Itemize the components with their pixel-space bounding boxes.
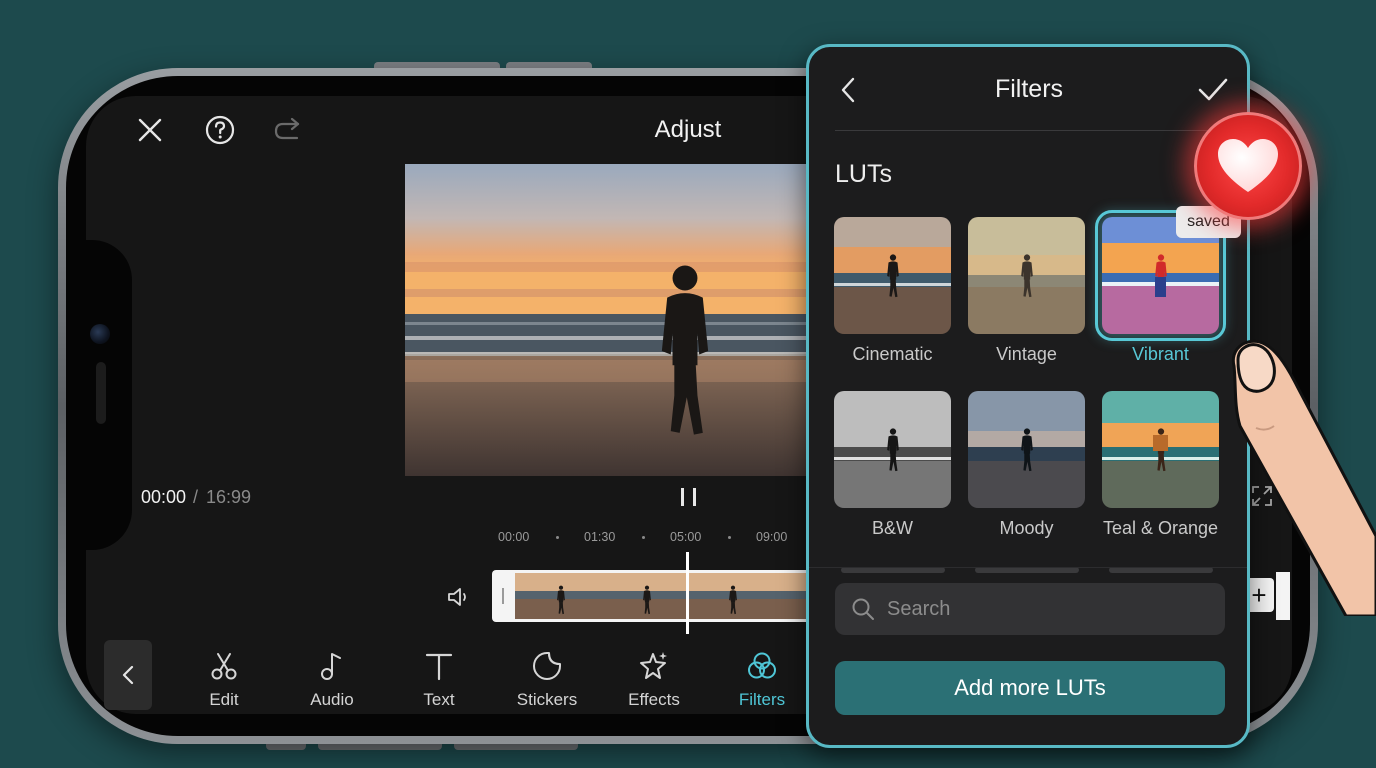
lut-thumbnail <box>834 391 951 508</box>
tool-label: Stickers <box>516 690 578 709</box>
lut-vintage[interactable]: Vintage <box>968 217 1085 364</box>
clip-thumbnail <box>515 573 601 619</box>
checkmark-icon <box>1198 78 1228 101</box>
clip-thumbnail <box>601 573 687 619</box>
favorite-button[interactable] <box>1194 112 1302 220</box>
sticker-icon <box>533 652 561 680</box>
tool-text[interactable]: Text <box>394 650 484 710</box>
ruler-label: 00:00 <box>498 530 530 544</box>
panel-divider <box>835 130 1225 131</box>
lut-thumbnail <box>968 391 1085 508</box>
pointing-finger-illustration <box>1226 336 1376 621</box>
chevron-left-icon <box>841 77 855 103</box>
filters-panel: Filters LUTs Cinematic Vintage Vibrant B… <box>806 44 1250 748</box>
ruler-dot <box>642 536 645 539</box>
filters-circles-icon <box>748 652 776 679</box>
tool-label: Text <box>423 690 455 709</box>
phone-notch <box>86 240 132 550</box>
time-separator: / <box>193 487 199 507</box>
pause-icon-bar <box>681 488 684 506</box>
total-duration: 16:99 <box>206 487 252 507</box>
chevron-left-icon <box>122 665 134 685</box>
earpiece-speaker <box>96 362 106 424</box>
clip-thumbnail <box>689 573 775 619</box>
lut-bw[interactable]: B&W <box>834 391 951 538</box>
close-button[interactable] <box>134 114 166 146</box>
page-title: Adjust <box>654 116 722 143</box>
tool-edit[interactable]: Edit <box>179 650 269 710</box>
heart-icon <box>1218 139 1278 192</box>
video-preview[interactable] <box>405 164 825 476</box>
current-time: 00:00 <box>141 487 187 507</box>
pause-icon-bar <box>693 488 696 506</box>
search-icon <box>852 598 874 620</box>
search-field[interactable] <box>835 583 1225 635</box>
section-title: LUTs <box>835 160 892 188</box>
music-note-icon <box>321 653 341 680</box>
front-camera <box>90 324 110 344</box>
trim-handle[interactable] <box>502 588 504 604</box>
redo-button[interactable] <box>270 114 304 146</box>
tool-label: Effects <box>628 690 680 709</box>
mute-button[interactable] <box>444 584 474 610</box>
confirm-button[interactable] <box>1195 73 1231 107</box>
panel-title: Filters <box>994 75 1064 103</box>
redo-icon <box>274 117 300 140</box>
help-button[interactable] <box>203 113 237 147</box>
lut-label: Cinematic <box>852 344 933 364</box>
tool-effects[interactable]: Effects <box>609 650 699 710</box>
tool-label: Filters <box>738 690 786 709</box>
speaker-icon <box>448 588 466 606</box>
lut-label: Teal & Orange <box>1102 518 1219 538</box>
ruler-label: 09:00 <box>756 530 788 544</box>
help-icon <box>205 115 235 145</box>
lut-cinematic[interactable]: Cinematic <box>834 217 951 364</box>
lut-label: Vibrant <box>1132 344 1189 364</box>
tool-stickers[interactable]: Stickers <box>502 650 592 710</box>
playhead[interactable] <box>686 552 689 634</box>
panel-back-button[interactable] <box>833 73 863 107</box>
tool-audio[interactable]: Audio <box>287 650 377 710</box>
close-icon <box>138 118 162 142</box>
lut-thumbnail <box>968 217 1085 334</box>
lut-label: Vintage <box>996 344 1057 364</box>
tool-label: Audio <box>310 690 354 709</box>
beach-sunset-image <box>405 164 825 476</box>
lut-label: B&W <box>871 518 913 538</box>
add-more-luts-button[interactable]: Add more LUTs <box>835 661 1225 715</box>
ruler-dot <box>556 536 559 539</box>
tool-label: Edit <box>209 690 239 709</box>
lut-thumbnail <box>834 217 951 334</box>
panel-divider <box>809 567 1247 568</box>
pause-button[interactable] <box>678 486 700 508</box>
clip-thumbnail <box>775 573 807 619</box>
scissors-icon <box>211 653 237 680</box>
ruler-label: 05:00 <box>670 530 702 544</box>
toolbar-back-button[interactable] <box>104 640 152 710</box>
ruler-label: 01:30 <box>584 530 616 544</box>
text-icon <box>425 653 453 681</box>
sparkle-star-icon <box>640 652 667 679</box>
lut-thumbnail <box>1102 391 1219 508</box>
search-input[interactable] <box>887 595 1207 623</box>
tool-filters[interactable]: Filters <box>717 650 807 710</box>
lut-teal-orange[interactable]: Teal & Orange <box>1102 391 1219 538</box>
lut-label: Moody <box>999 518 1054 538</box>
lut-moody[interactable]: Moody <box>968 391 1085 538</box>
ruler-dot <box>728 536 731 539</box>
